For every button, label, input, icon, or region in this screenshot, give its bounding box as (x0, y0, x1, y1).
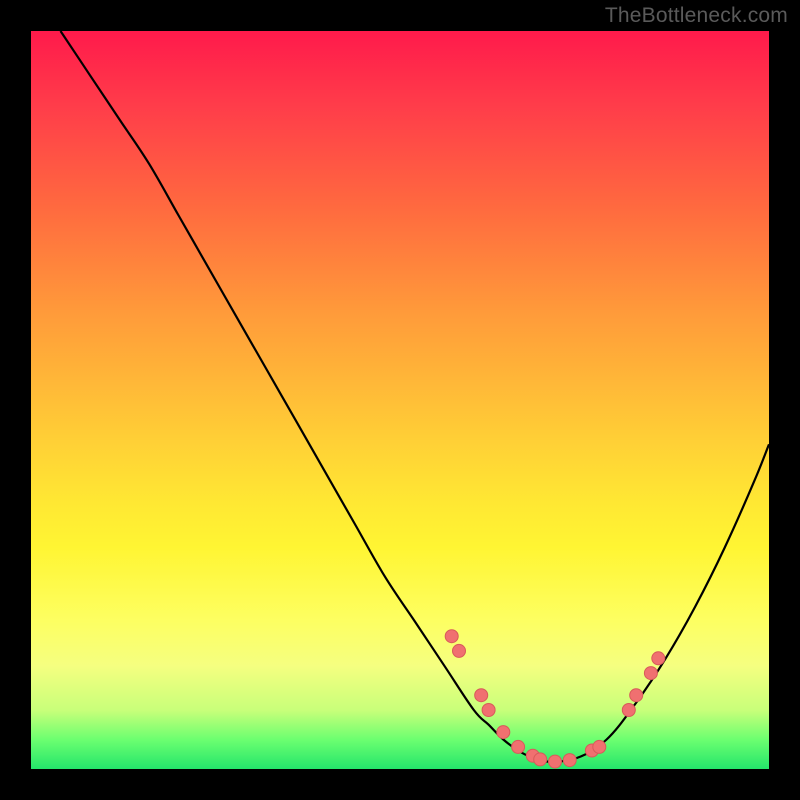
data-dot (630, 689, 643, 702)
plot-area (31, 31, 769, 769)
bottleneck-curve-svg (31, 31, 769, 769)
data-dot (622, 704, 635, 717)
data-dot (644, 667, 657, 680)
data-dot (475, 689, 488, 702)
data-dot (453, 644, 466, 657)
data-dot (563, 754, 576, 767)
data-dots-group (445, 630, 665, 768)
data-dot (549, 755, 562, 768)
data-dot (652, 652, 665, 665)
bottleneck-curve (61, 31, 770, 762)
data-dot (497, 726, 510, 739)
data-dot (593, 740, 606, 753)
data-dot (445, 630, 458, 643)
data-dot (534, 753, 547, 766)
data-dot (512, 740, 525, 753)
chart-frame: TheBottleneck.com (0, 0, 800, 800)
watermark-text: TheBottleneck.com (605, 4, 788, 28)
data-dot (482, 704, 495, 717)
